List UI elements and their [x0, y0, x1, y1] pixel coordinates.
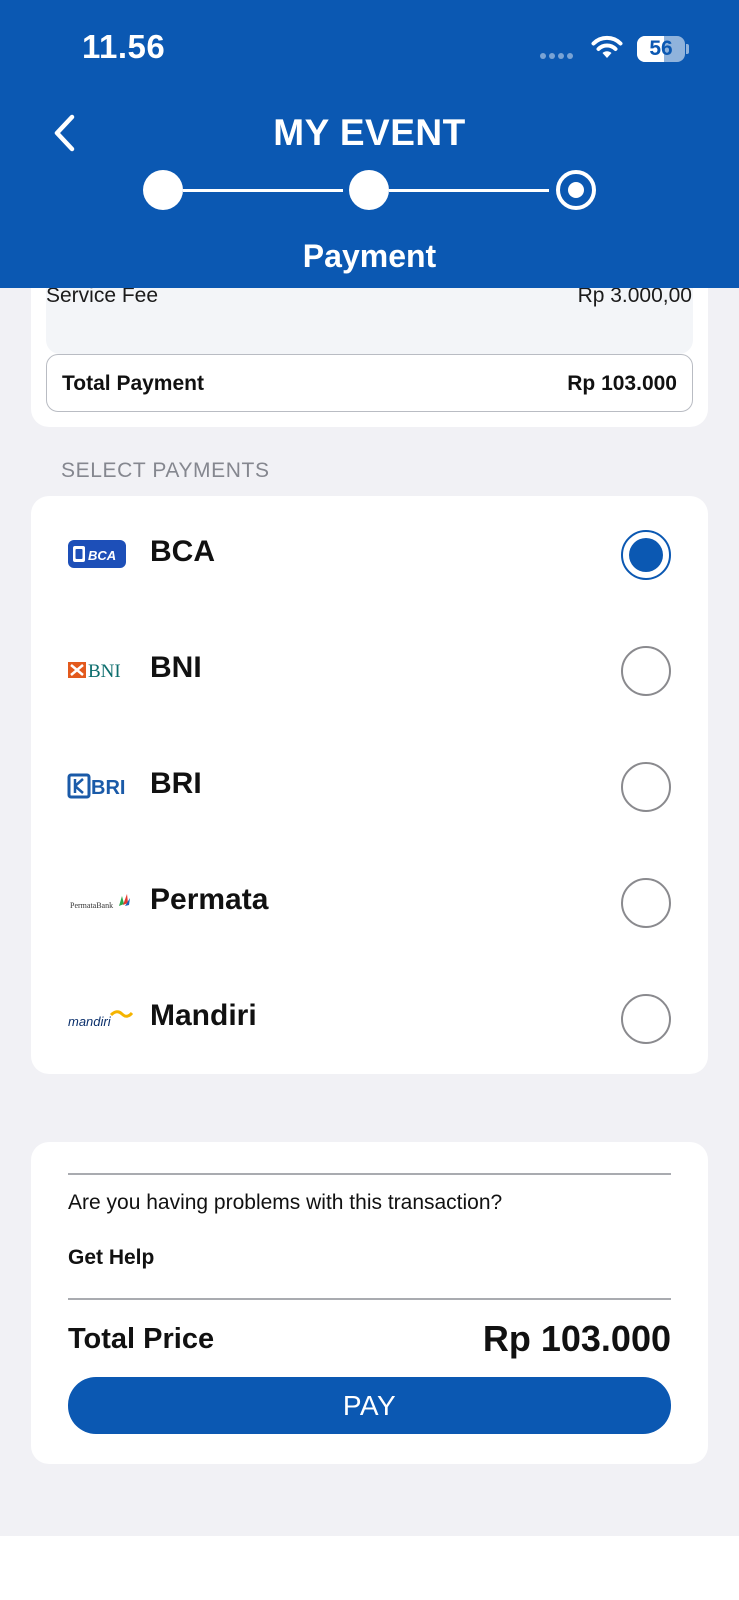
- svg-text:PermataBank: PermataBank: [70, 901, 113, 910]
- payment-method-bca[interactable]: BCA BCA: [31, 496, 708, 612]
- payment-method-name: BRI: [150, 767, 202, 800]
- step-connector-1: [183, 189, 343, 192]
- battery-level: 56: [649, 37, 673, 60]
- step-2-dot: [349, 170, 389, 210]
- divider: [68, 1173, 671, 1175]
- bni-logo: BNI: [67, 650, 133, 690]
- checkout-card: Are you having problems with this transa…: [31, 1142, 708, 1464]
- divider: [68, 1298, 671, 1300]
- total-payment-label: Total Payment: [62, 372, 204, 395]
- radio-button-selected[interactable]: [621, 530, 671, 580]
- payment-method-mandiri[interactable]: mandiri Mandiri: [31, 960, 708, 1076]
- step-connector-2: [389, 189, 549, 192]
- svg-text:BCA: BCA: [88, 548, 116, 563]
- payment-method-name: BNI: [150, 651, 202, 684]
- permata-logo: PermataBank: [67, 882, 133, 922]
- payment-method-name: Mandiri: [150, 999, 257, 1032]
- payment-method-name: BCA: [150, 535, 215, 568]
- page-title: MY EVENT: [273, 112, 466, 153]
- current-step-label: Payment: [302, 238, 437, 274]
- pay-button[interactable]: PAY: [68, 1377, 671, 1434]
- mandiri-logo: mandiri: [67, 998, 133, 1038]
- svg-text:mandiri: mandiri: [68, 1014, 112, 1029]
- bca-logo: BCA: [67, 534, 133, 574]
- cellular-signal-icon: [540, 53, 573, 59]
- total-price-label: Total Price: [68, 1323, 215, 1355]
- total-payment-box: Total Payment Rp 103.000: [46, 354, 693, 412]
- battery-tip: [686, 44, 689, 54]
- progress-stepper: [0, 170, 739, 210]
- radio-button[interactable]: [621, 646, 671, 696]
- svg-text:BRI: BRI: [91, 777, 125, 799]
- radio-button[interactable]: [621, 762, 671, 812]
- status-time: 11.56: [82, 28, 166, 65]
- step-3-current-dot: [556, 170, 596, 210]
- payment-method-bni[interactable]: BNI BNI: [31, 612, 708, 728]
- screen: Service Fee Rp 3.000,00 Total Payment Rp…: [0, 0, 739, 1536]
- payment-method-permata[interactable]: PermataBank Permata: [31, 844, 708, 960]
- radio-button[interactable]: [621, 994, 671, 1044]
- total-payment-value: Rp 103.000: [567, 372, 677, 395]
- app-header: 11.56 56 MY EVENT Payment: [0, 0, 739, 288]
- bri-logo: BRI: [67, 766, 133, 806]
- svg-text:BNI: BNI: [88, 661, 121, 682]
- help-question: Are you having problems with this transa…: [68, 1191, 503, 1214]
- radio-button[interactable]: [621, 878, 671, 928]
- select-payments-heading: SELECT PAYMENTS: [61, 459, 270, 482]
- battery-icon: 56: [637, 36, 685, 62]
- payment-methods-card: BCA BCA BNI BNI BRI BRI PermataBank Perm…: [31, 496, 708, 1074]
- get-help-link[interactable]: Get Help: [68, 1246, 154, 1270]
- wifi-icon: [591, 35, 623, 58]
- total-price-value: Rp 103.000: [482, 1318, 671, 1359]
- payment-method-name: Permata: [150, 883, 269, 916]
- step-1-dot: [143, 170, 183, 210]
- payment-method-bri[interactable]: BRI BRI: [31, 728, 708, 844]
